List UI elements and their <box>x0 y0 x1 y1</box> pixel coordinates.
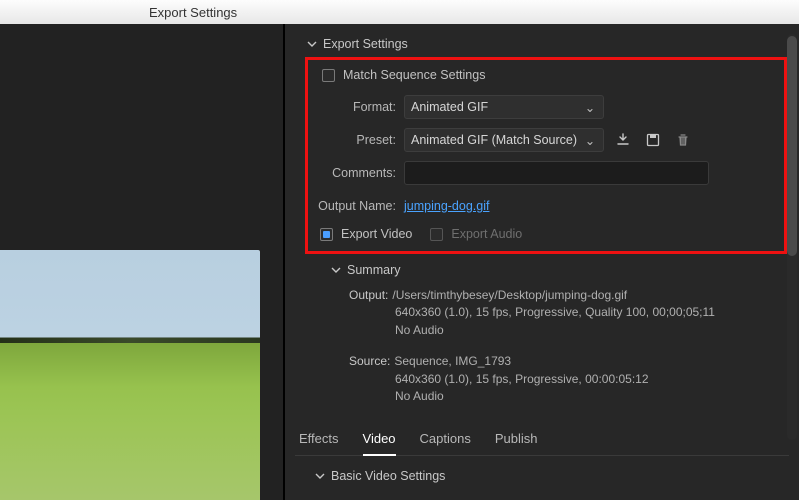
preview-pane <box>0 24 285 500</box>
settings-tabs: Effects Video Captions Publish <box>295 423 789 456</box>
preset-value: Animated GIF (Match Source) <box>411 133 583 147</box>
summary-output-audio: No Audio <box>349 322 783 339</box>
scrollbar-thumb[interactable] <box>787 36 797 256</box>
section-title: Summary <box>347 263 400 277</box>
summary-source-label: Source: <box>349 353 390 370</box>
format-value: Animated GIF <box>411 100 583 114</box>
export-video-checkbox[interactable] <box>320 228 333 241</box>
section-title: Export Settings <box>323 37 408 51</box>
comments-input[interactable] <box>404 161 709 185</box>
tab-video[interactable]: Video <box>363 423 396 456</box>
chevron-down-icon <box>331 265 341 275</box>
vertical-scrollbar[interactable] <box>787 34 797 440</box>
comments-label: Comments: <box>316 166 404 180</box>
summary-block: Output: /Users/timthybesey/Desktop/jumpi… <box>291 283 793 413</box>
export-video-label: Export Video <box>341 227 412 241</box>
chevron-down-icon <box>315 471 325 481</box>
summary-output-label: Output: <box>349 287 388 304</box>
save-preset-button[interactable] <box>642 129 664 151</box>
format-dropdown[interactable]: Animated GIF ⌄ <box>404 95 604 119</box>
output-name-label: Output Name: <box>316 199 404 213</box>
export-audio-checkbox[interactable] <box>430 228 443 241</box>
tab-publish[interactable]: Publish <box>495 423 538 455</box>
section-title: Basic Video Settings <box>331 469 445 483</box>
chevron-down-icon: ⌄ <box>583 100 597 115</box>
summary-source-audio: No Audio <box>349 388 783 405</box>
match-sequence-label: Match Sequence Settings <box>343 68 485 82</box>
summary-output-path: /Users/timthybesey/Desktop/jumping-dog.g… <box>392 287 627 304</box>
export-audio-label: Export Audio <box>451 227 522 241</box>
chevron-down-icon <box>307 39 317 49</box>
output-name-link[interactable]: jumping-dog.gif <box>404 199 489 213</box>
delete-preset-button[interactable] <box>672 129 694 151</box>
summary-output-specs: 640x360 (1.0), 15 fps, Progressive, Qual… <box>349 304 783 321</box>
format-label: Format: <box>316 100 404 114</box>
section-summary[interactable]: Summary <box>291 260 793 283</box>
preset-dropdown[interactable]: Animated GIF (Match Source) ⌄ <box>404 128 604 152</box>
preview-image <box>0 250 260 500</box>
chevron-down-icon: ⌄ <box>583 133 597 148</box>
window-titlebar: Export Settings <box>0 0 799 24</box>
tab-captions[interactable]: Captions <box>420 423 471 455</box>
match-sequence-row[interactable]: Match Sequence Settings <box>316 68 776 82</box>
import-preset-button[interactable] <box>612 129 634 151</box>
section-export-settings[interactable]: Export Settings <box>291 34 793 57</box>
window-title: Export Settings <box>149 5 237 20</box>
summary-source-name: Sequence, IMG_1793 <box>394 353 511 370</box>
preset-label: Preset: <box>316 133 404 147</box>
section-basic-video[interactable]: Basic Video Settings <box>291 466 793 489</box>
summary-source-specs: 640x360 (1.0), 15 fps, Progressive, 00:0… <box>349 371 783 388</box>
tab-effects[interactable]: Effects <box>299 423 339 455</box>
highlighted-region: Match Sequence Settings Format: Animated… <box>305 57 787 254</box>
match-sequence-checkbox[interactable] <box>322 69 335 82</box>
